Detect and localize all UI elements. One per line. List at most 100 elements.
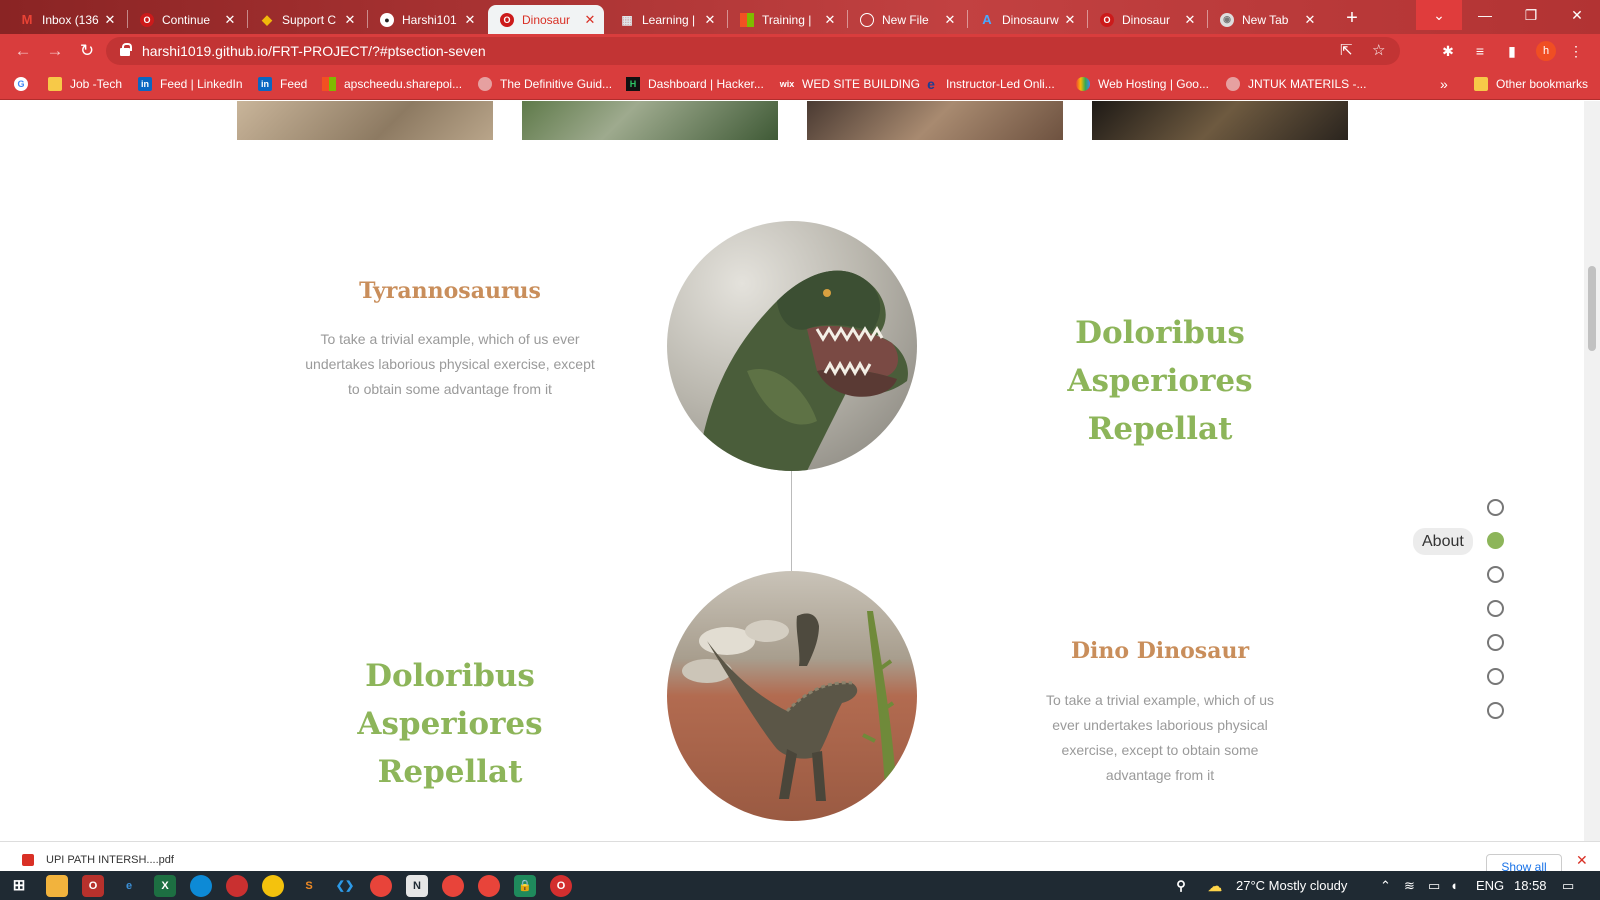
gallery-image[interactable] [807, 101, 1063, 140]
volume-icon[interactable]: ◖ [1450, 878, 1458, 893]
tab-new-tab[interactable]: ◉ New Tab ✕ [1208, 5, 1324, 34]
reload-button[interactable]: ↻ [76, 40, 98, 62]
bookmarks-overflow-button[interactable]: » [1440, 75, 1448, 93]
tab-search-button[interactable]: ⌄ [1416, 0, 1462, 30]
tab-github[interactable]: ● Harshi101 ✕ [368, 5, 484, 34]
download-bar: UPI PATH INTERSH....pdf Show all ✕ [0, 841, 1600, 878]
google-apps-bookmark[interactable]: G [14, 75, 36, 93]
bookmark-item[interactable]: Web Hosting | Goo... [1076, 75, 1209, 93]
app-icon[interactable] [226, 875, 248, 897]
gallery-image[interactable] [237, 101, 493, 140]
close-icon[interactable]: ✕ [822, 12, 838, 28]
vscode-icon[interactable]: ❮❯ [334, 875, 356, 897]
bookmark-item[interactable]: Job -Tech [48, 75, 122, 93]
tab-inbox[interactable]: M Inbox (136 ✕ [8, 5, 124, 34]
battery-icon[interactable]: ▭ [1428, 878, 1440, 894]
windows-start-icon[interactable]: ⊞ [8, 875, 30, 897]
edge-icon[interactable] [190, 875, 212, 897]
section-nav-dot[interactable] [1487, 600, 1504, 617]
weather-icon[interactable]: ☁ [1204, 875, 1226, 897]
bookmark-item[interactable]: e Instructor-Led Onli... [924, 75, 1055, 93]
side-panel-icon[interactable]: ▮ [1502, 41, 1522, 61]
tab-title: New Tab [1242, 12, 1289, 27]
opera-icon[interactable]: O [550, 875, 572, 897]
bookmark-item[interactable]: in Feed | LinkedIn [138, 75, 243, 93]
bookmark-item[interactable]: wix WED SITE BUILDING [780, 75, 920, 93]
section-nav-dot[interactable] [1487, 566, 1504, 583]
section-nav-dot[interactable] [1487, 499, 1504, 516]
bookmark-item[interactable]: H Dashboard | Hacker... [626, 75, 764, 93]
close-icon[interactable]: ✕ [222, 12, 238, 28]
menu-kebab-icon[interactable]: ⋮ [1566, 41, 1586, 61]
close-icon[interactable]: ✕ [1062, 12, 1078, 28]
reading-list-icon[interactable]: ≡ [1470, 41, 1490, 61]
tab-title: Support C [282, 12, 337, 27]
close-window-button[interactable]: ✕ [1554, 0, 1600, 30]
close-icon[interactable]: ✕ [582, 12, 598, 28]
new-tab-button[interactable]: + [1340, 6, 1364, 30]
tab-continue[interactable]: O Continue ✕ [128, 5, 244, 34]
internet-explorer-icon[interactable]: e [118, 875, 140, 897]
tab-learning[interactable]: ▦ Learning | ✕ [608, 5, 724, 34]
tab-training[interactable]: Training | ✕ [728, 5, 844, 34]
gallery-image[interactable] [522, 101, 778, 140]
chrome-icon[interactable] [478, 875, 500, 897]
close-icon[interactable]: ✕ [342, 12, 358, 28]
chrome-icon[interactable] [262, 875, 284, 897]
tab-dinosaur-2[interactable]: O Dinosaur ✕ [1088, 5, 1204, 34]
notification-icon[interactable]: ▭ [1562, 878, 1574, 894]
section-nav-dot[interactable] [1487, 702, 1504, 719]
scrollbar-thumb[interactable] [1588, 266, 1596, 351]
weather-text[interactable]: 27°C Mostly cloudy [1236, 878, 1347, 893]
linkedin-icon: in [138, 77, 152, 91]
close-icon[interactable]: ✕ [1182, 12, 1198, 28]
section-text: To take a trivial example, which of us e… [305, 331, 595, 397]
address-bar[interactable]: harshi1019.github.io/FRT-PROJECT/?#ptsec… [106, 37, 1400, 65]
tab-new-file[interactable]: New File ✕ [848, 5, 964, 34]
wix-icon: wix [779, 79, 795, 89]
chrome-icon[interactable] [442, 875, 464, 897]
close-icon[interactable]: ✕ [702, 12, 718, 28]
tab-support[interactable]: ◆ Support C ✕ [248, 5, 364, 34]
wifi-icon[interactable]: ≋ [1404, 878, 1415, 894]
close-icon[interactable]: ✕ [1302, 12, 1318, 28]
excel-icon[interactable]: X [154, 875, 176, 897]
bookmark-item[interactable]: in Feed [258, 75, 307, 93]
bookmark-item[interactable]: apscheedu.sharepoi... [322, 75, 462, 93]
clock[interactable]: 18:58 [1514, 878, 1547, 893]
tab-title: Learning | [642, 12, 696, 27]
tab-dinosaurw[interactable]: A Dinosaurw ✕ [968, 5, 1084, 34]
close-icon[interactable]: ✕ [102, 12, 118, 28]
tab-dinosaur-active[interactable]: O Dinosaur ✕ [488, 5, 604, 34]
close-icon[interactable]: ✕ [1576, 852, 1588, 869]
close-icon[interactable]: ✕ [462, 12, 478, 28]
back-button[interactable]: ← [12, 40, 34, 62]
minimize-button[interactable]: — [1462, 0, 1508, 30]
bookmark-item[interactable]: JNTUK MATERILS -... [1226, 75, 1366, 93]
forward-button[interactable]: → [44, 40, 66, 62]
notepad-icon[interactable]: N [406, 875, 428, 897]
download-item[interactable]: UPI PATH INTERSH....pdf [22, 854, 174, 866]
bookmark-item[interactable]: The Definitive Guid... [478, 75, 612, 93]
other-bookmarks[interactable]: Other bookmarks [1474, 75, 1588, 93]
gallery-image[interactable] [1092, 101, 1348, 140]
profile-avatar[interactable]: h [1536, 41, 1556, 61]
office-icon[interactable]: O [82, 875, 104, 897]
share-icon[interactable]: ⇱ [1340, 41, 1353, 59]
section-nav-dot[interactable] [1487, 668, 1504, 685]
section-nav-dot[interactable] [1487, 634, 1504, 651]
tray-chevron-up-icon[interactable]: ⌃ [1380, 878, 1391, 894]
restore-button[interactable]: ❐ [1508, 0, 1554, 30]
close-icon[interactable]: ✕ [942, 12, 958, 28]
language-indicator[interactable]: ENG [1476, 878, 1504, 893]
people-icon[interactable]: ⚲ [1170, 875, 1192, 897]
sublime-icon[interactable]: S [298, 875, 320, 897]
security-icon[interactable]: 🔒 [514, 875, 536, 897]
bookmark-star-icon[interactable]: ☆ [1372, 41, 1385, 59]
page-scrollbar[interactable] [1584, 101, 1600, 841]
chrome-icon[interactable] [370, 875, 392, 897]
extensions-puzzle-icon[interactable]: ✱ [1438, 41, 1458, 61]
file-explorer-icon[interactable] [46, 875, 68, 897]
chevron-down-icon: ⌄ [1433, 7, 1445, 23]
section-nav-dot-active[interactable] [1487, 532, 1504, 549]
